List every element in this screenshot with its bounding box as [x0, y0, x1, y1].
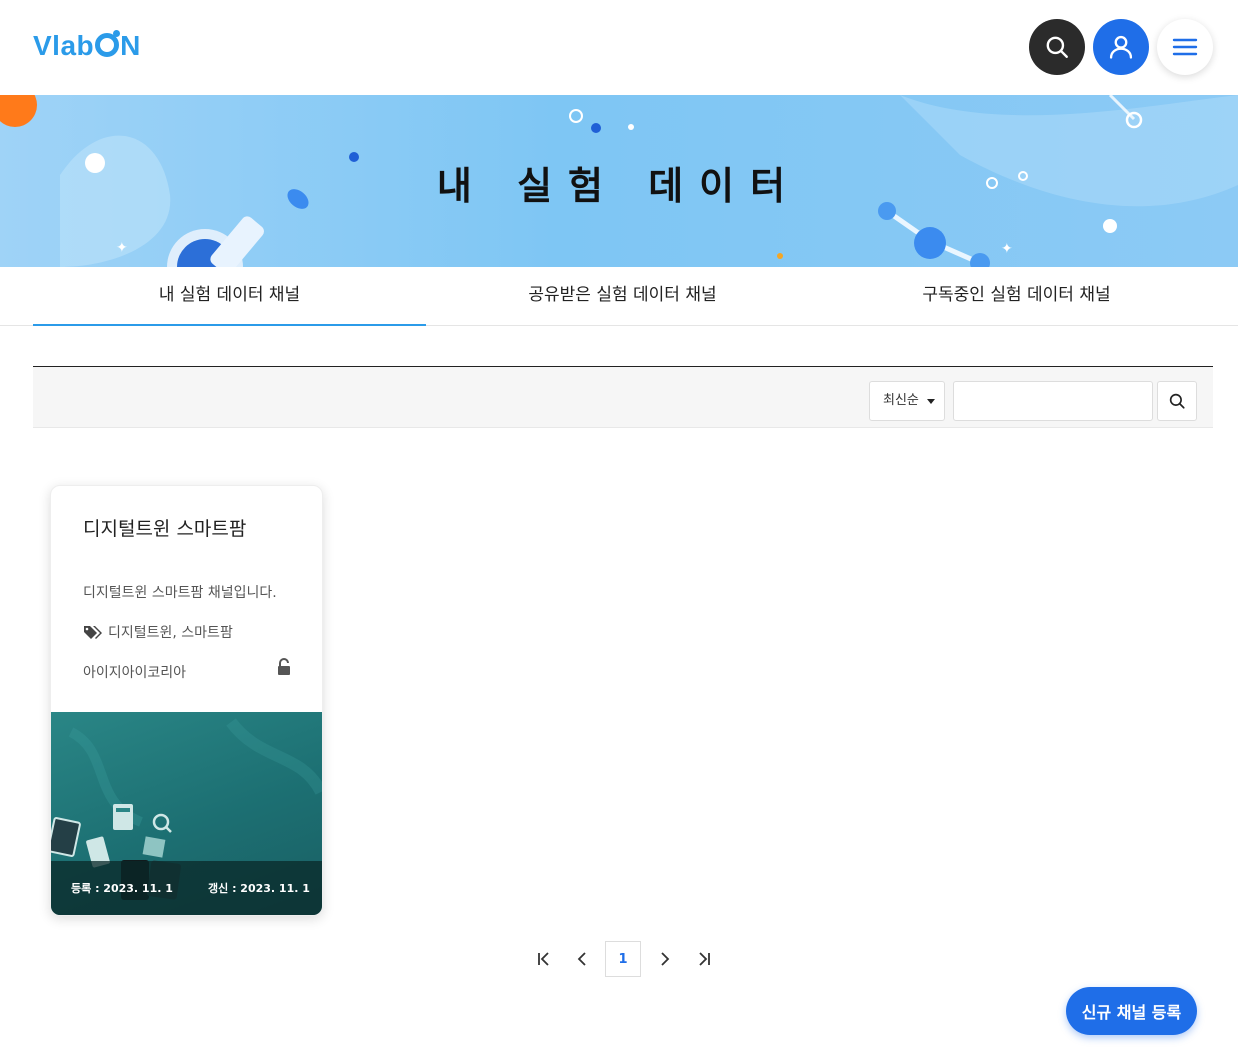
card-tags: 디지털트윈, 스마트팜: [83, 622, 233, 642]
card-title: 디지털트윈 스마트팜: [83, 518, 247, 540]
page-banner: ✦ ✦ 내 실험 데이터: [0, 95, 1238, 267]
card-owner: 아이지아이코리아: [83, 665, 187, 681]
logo-o-mark: [95, 30, 121, 57]
search-submit-button[interactable]: [1157, 381, 1197, 421]
last-page-icon: [699, 952, 710, 966]
registered-date: 등록 : 2023. 11. 1: [71, 882, 173, 895]
chevron-right-icon: [661, 952, 670, 966]
sort-dropdown[interactable]: 최신순: [869, 381, 945, 421]
channel-card[interactable]: 디지털트윈 스마트팜 디지털트윈 스마트팜 채널입니다. 디지털트윈, 스마트팜…: [50, 485, 323, 916]
logo-text-b: N: [120, 30, 141, 61]
search-icon: [1046, 36, 1068, 58]
updated-date: 갱신 : 2023. 11. 1: [208, 882, 310, 895]
card-thumbnail: 등록 : 2023. 11. 1 갱신 : 2023. 11. 1: [51, 712, 322, 915]
header-user-button[interactable]: [1093, 19, 1149, 75]
card-description: 디지털트윈 스마트팜 채널입니다.: [83, 585, 277, 601]
tab-my-channels[interactable]: 내 실험 데이터 채널: [33, 267, 426, 326]
tab-subscribed-channels[interactable]: 구독중인 실험 데이터 채널: [820, 267, 1213, 326]
first-page-button[interactable]: [526, 941, 562, 977]
first-page-icon: [538, 952, 549, 966]
tab-shared-channels[interactable]: 공유받은 실험 데이터 채널: [426, 267, 819, 326]
svg-text:✦: ✦: [116, 240, 128, 256]
header-menu-button[interactable]: [1157, 19, 1213, 75]
user-icon: [1109, 35, 1133, 59]
last-page-button[interactable]: [686, 941, 722, 977]
channel-tabs: 내 실험 데이터 채널 공유받은 실험 데이터 채널 구독중인 실험 데이터 채…: [0, 267, 1238, 326]
site-header: Vlab N: [0, 0, 1238, 95]
search-input[interactable]: [953, 381, 1153, 421]
search-icon: [1169, 393, 1185, 409]
chevron-left-icon: [577, 952, 586, 966]
svg-text:✦: ✦: [1001, 241, 1013, 257]
logo[interactable]: Vlab N: [33, 30, 141, 62]
sort-label: 최신순: [883, 393, 919, 408]
tags-icon: [84, 626, 102, 639]
new-channel-button[interactable]: 신규 채널 등록: [1066, 987, 1197, 1035]
prev-page-button[interactable]: [565, 941, 601, 977]
page-title: 내 실험 데이터: [436, 164, 802, 208]
unlock-icon: [277, 658, 291, 680]
logo-text-a: Vlab: [33, 30, 95, 61]
hamburger-icon: [1172, 38, 1198, 56]
card-tags-text: 디지털트윈, 스마트팜: [108, 625, 233, 641]
header-search-button[interactable]: [1029, 19, 1085, 75]
caret-down-icon: [927, 399, 935, 404]
filter-bar: 최신순: [33, 366, 1213, 428]
page-number[interactable]: 1: [605, 941, 641, 977]
next-page-button[interactable]: [646, 941, 682, 977]
card-dates: 등록 : 2023. 11. 1 갱신 : 2023. 11. 1: [51, 861, 322, 915]
